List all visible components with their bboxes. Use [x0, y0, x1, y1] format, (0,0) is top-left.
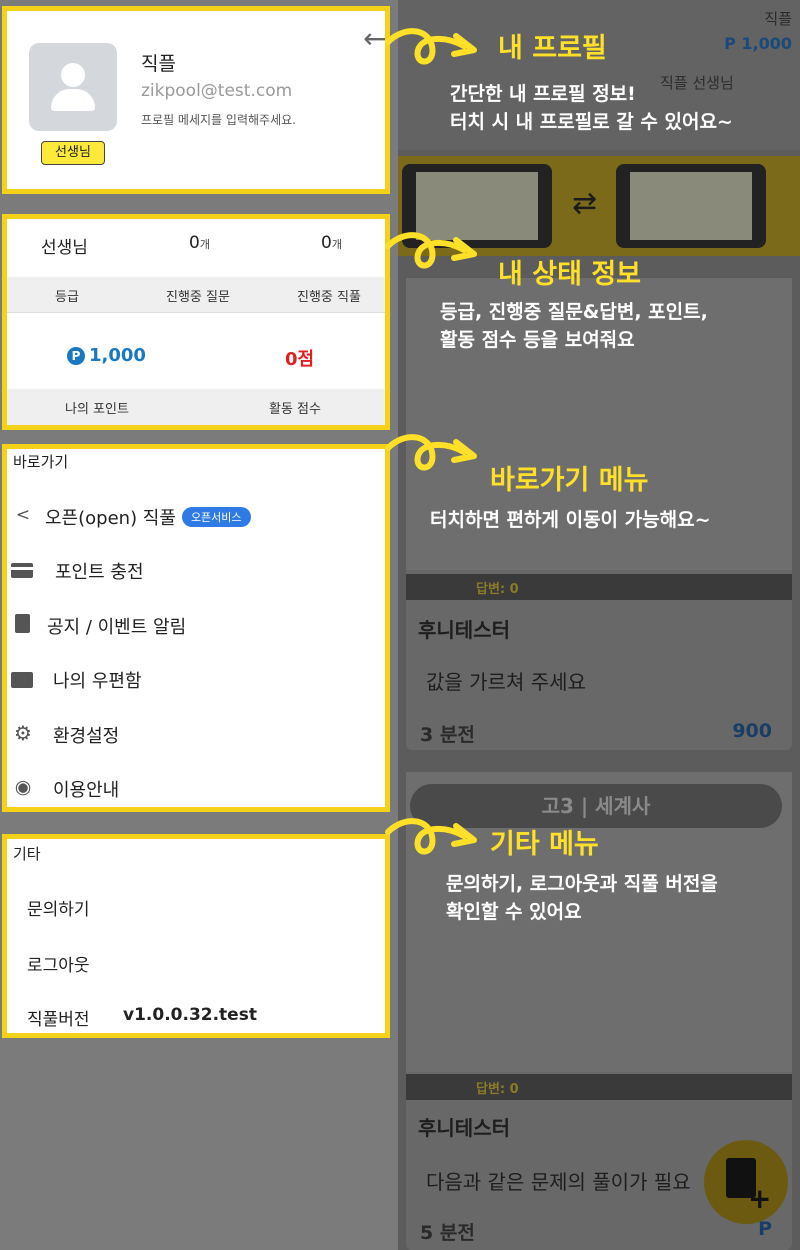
credit-card-icon [11, 563, 33, 578]
menu-guide[interactable]: ◉ 이용안내 [7, 769, 385, 809]
bg-phone-image [616, 164, 766, 248]
tutorial-status-desc-1: 등급, 진행중 질문&답변, 포인트, [440, 301, 708, 323]
status-footer-row: 나의 포인트 활동 점수 [7, 389, 385, 425]
status-values-row: 선생님 0개 0개 [7, 219, 385, 269]
questions-count: 0개 [189, 233, 210, 253]
shortcut-section: 바로가기 < 오픈(open) 직풀 오픈서비스 포인트 충전 공지 / 이벤트 … [2, 444, 390, 812]
tutorial-shortcut-desc: 터치하면 편하게 이동이 가능해요~ [430, 509, 711, 531]
tutorial-status-desc-2: 활동 점수 등을 보여줘요 [440, 329, 635, 351]
tutorial-shortcut-title: 바로가기 메뉴 [490, 465, 649, 496]
swap-icon: ⇄ [572, 186, 598, 221]
curly-arrow-icon [385, 818, 477, 855]
bg-subtitle: 직플 선생님 [660, 74, 734, 92]
gear-icon: ⚙ [14, 721, 32, 745]
profile-email: zikpool@test.com [141, 81, 293, 101]
user-icon [61, 63, 85, 87]
answer-count: 답변: 0 [476, 582, 519, 597]
card-time: 3 분전 [420, 724, 475, 746]
inquiry-button[interactable]: 문의하기 [27, 895, 90, 920]
answer-count: 답변: 0 [476, 1082, 519, 1097]
card-points: 900 [732, 720, 772, 742]
menu-point-charge[interactable]: 포인트 충전 [7, 551, 385, 591]
profile-message: 프로필 메세지를 입력해주세요. [141, 113, 296, 127]
write-question-button[interactable]: + [704, 1140, 788, 1224]
answer-bar: 답변: 0 [406, 574, 792, 600]
answer-bar: 답변: 0 [406, 1074, 792, 1100]
back-arrow-icon[interactable]: ← [363, 25, 386, 53]
score-value: 0점 [285, 349, 315, 370]
compass-icon: ◉ [14, 776, 32, 798]
etc-section: 기타 문의하기 로그아웃 직풀버전 v1.0.0.32.test [2, 834, 390, 1038]
menu-notice[interactable]: 공지 / 이벤트 알림 [7, 606, 385, 646]
score-label: 활동 점수 [269, 402, 321, 417]
tutorial-etc-desc-2: 확인할 수 있어요 [446, 901, 582, 923]
points-label: 나의 포인트 [65, 402, 129, 417]
tutorial-etc-desc-1: 문의하기, 로그아웃과 직풀 버전을 [446, 873, 718, 895]
menu-label: 나의 우편함 [53, 671, 142, 692]
menu-settings[interactable]: ⚙ 환경설정 [7, 715, 385, 755]
tutorial-profile-desc-1: 간단한 내 프로필 정보! [450, 83, 636, 105]
answers-label: 진행중 직풀 [297, 290, 361, 305]
open-service-badge: 오픈서비스 [181, 507, 251, 527]
point-coin-icon: P [67, 347, 85, 365]
status-points-row: P 1,000 0점 [7, 319, 385, 389]
shortcut-title: 바로가기 [13, 453, 69, 471]
menu-mailbox[interactable]: 나의 우편함 [7, 660, 385, 700]
card-author: 후니테스터 [418, 1116, 510, 1140]
version-value: v1.0.0.32.test [123, 1005, 257, 1025]
share-icon: < [15, 505, 31, 525]
bg-points: P 1,000 [724, 34, 792, 53]
tutorial-status-title: 내 상태 정보 [498, 259, 641, 290]
answers-count: 0개 [321, 233, 342, 253]
menu-open-zikpool[interactable]: < 오픈(open) 직풀 오픈서비스 [7, 497, 385, 537]
curly-arrow-icon [385, 232, 477, 269]
curly-arrow-icon [385, 28, 477, 65]
version-label: 직풀버전 [27, 1010, 90, 1030]
plus-icon: + [748, 1182, 772, 1215]
menu-label: 포인트 충전 [55, 562, 144, 583]
navigation-drawer: 선생님 직플 zikpool@test.com 프로필 메세지를 입력해주세요.… [0, 0, 398, 1250]
profile-name: 직플 [141, 53, 176, 75]
card-question: 다음과 같은 문제의 풀이가 필요 [426, 1170, 691, 1194]
menu-label: 환경설정 [53, 726, 120, 747]
grade-label: 등급 [55, 290, 79, 305]
status-role: 선생님 [41, 238, 88, 258]
avatar [29, 43, 117, 131]
clipboard-check-icon [15, 614, 30, 633]
curly-arrow-icon [385, 434, 477, 471]
etc-title: 기타 [13, 845, 41, 863]
tutorial-profile-desc-2: 터치 시 내 프로필로 갈 수 있어요~ [450, 111, 733, 133]
role-badge: 선생님 [41, 141, 105, 165]
profile-section[interactable]: 선생님 직플 zikpool@test.com 프로필 메세지를 입력해주세요.… [2, 6, 390, 194]
bg-app-name: 직플 [764, 10, 792, 28]
status-section: 선생님 0개 0개 등급 진행중 질문 진행중 직풀 P 1,000 0점 나의 … [2, 214, 390, 430]
logout-button[interactable]: 로그아웃 [27, 951, 90, 976]
status-labels-row: 등급 진행중 질문 진행중 직풀 [7, 277, 385, 313]
card-time: 5 분전 [420, 1222, 475, 1244]
background-app: 직플 P 1,000 직플 선생님 ⇄ 답변: 0 후니테스터 값을 가르쳐 주… [398, 0, 800, 1250]
menu-label: 이용안내 [53, 780, 120, 801]
questions-label: 진행중 질문 [166, 290, 230, 305]
points-value: P 1,000 [67, 345, 146, 366]
menu-label: 오픈(open) 직풀 [45, 508, 176, 529]
mail-icon [11, 672, 33, 688]
tutorial-etc-title: 기타 메뉴 [490, 829, 599, 860]
card-author: 후니테스터 [418, 618, 510, 642]
menu-label: 공지 / 이벤트 알림 [47, 617, 187, 638]
tutorial-profile-title: 내 프로필 [498, 33, 607, 64]
card-question: 값을 가르쳐 주세요 [426, 670, 586, 694]
